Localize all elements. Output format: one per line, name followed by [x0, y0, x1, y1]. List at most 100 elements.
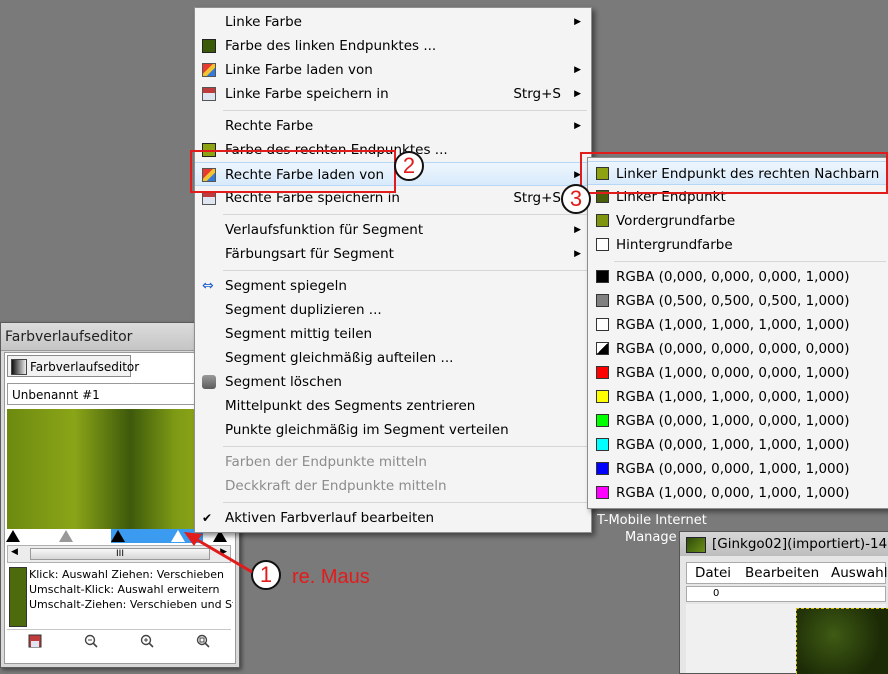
gradient-editor-toolbar	[7, 629, 231, 658]
annotation-note: re. Maus	[292, 566, 370, 588]
menu-item-label: Segment duplizieren ...	[225, 302, 382, 318]
menu-item-label: Farben der Endpunkte mitteln	[225, 454, 427, 470]
submenu-item-rgba-blue[interactable]: RGBA (0,000, 0,000, 1,000, 1,000)	[588, 457, 888, 481]
submenu-item-rgba-red[interactable]: RGBA (1,000, 0,000, 0,000, 1,000)	[588, 361, 888, 385]
green-swatch-icon	[596, 414, 609, 427]
tab-gradient-editor[interactable]: Farbverlaufseditor	[7, 355, 139, 377]
zoom-fit-icon[interactable]	[193, 634, 213, 654]
menu-item-faerbungsart[interactable]: Färbungsart für Segment ▶	[195, 242, 589, 266]
dark-green-swatch-icon	[202, 39, 216, 53]
tab-label: Farbverlaufseditor	[30, 360, 140, 374]
menu-item-segment-loeschen[interactable]: Segment löschen	[195, 370, 589, 394]
delete-icon	[202, 375, 216, 389]
submenu-item-rgba-white[interactable]: RGBA (1,000, 1,000, 1,000, 1,000)	[588, 313, 888, 337]
submenu-item-rgba-transparent[interactable]: RGBA (0,000, 0,000, 0,000, 0,000)	[588, 337, 888, 361]
menu-item-linke-farbe[interactable]: Linke Farbe ▶	[195, 10, 589, 34]
zoom-out-icon[interactable]	[81, 634, 101, 654]
submenu-item-label: RGBA (1,000, 0,000, 0,000, 1,000)	[616, 365, 850, 381]
menu-item-segment-mittig-teilen[interactable]: Segment mittig teilen	[195, 322, 589, 346]
submenu-arrow-icon: ▶	[574, 17, 581, 27]
menu-item-label: Linke Farbe	[225, 14, 302, 30]
left-endpoint-stop[interactable]	[6, 530, 20, 542]
submenu-item-rgba-cyan[interactable]: RGBA (0,000, 1,000, 1,000, 1,000)	[588, 433, 888, 457]
menu-item-label: Deckkraft der Endpunkte mitteln	[225, 478, 447, 494]
annotation-arrow	[184, 532, 253, 574]
submenu-arrow-icon: ▶	[574, 249, 581, 259]
menu-item-rechte-farbe[interactable]: Rechte Farbe ▶	[195, 114, 589, 138]
menu-item-label: Linke Farbe laden von	[225, 62, 373, 78]
cyan-swatch-icon	[596, 438, 609, 451]
menu-item-linke-farbe-speichern[interactable]: Linke Farbe speichern in Strg+S ▶	[195, 82, 589, 106]
menu-item-farben-mitteln: Farben der Endpunkte mitteln	[195, 450, 589, 474]
image-thumbnail-icon	[686, 537, 706, 553]
background-swatch-icon	[596, 238, 609, 251]
menu-item-label: Rechte Farbe	[225, 118, 314, 134]
submenu-item-label: RGBA (0,000, 0,000, 1,000, 1,000)	[616, 461, 850, 477]
menu-item-segment-spiegeln[interactable]: ⇔ Segment spiegeln	[195, 274, 589, 298]
submenu-item-label: RGBA (1,000, 1,000, 0,000, 1,000)	[616, 389, 850, 405]
submenu-item-rgba-magenta[interactable]: RGBA (1,000, 0,000, 1,000, 1,000)	[588, 481, 888, 505]
foreground-swatch-icon	[596, 214, 609, 227]
shortcut-label: Strg+S	[513, 86, 561, 102]
menu-datei[interactable]: Datei	[695, 565, 731, 581]
image-canvas[interactable]	[796, 608, 888, 674]
save-icon[interactable]	[25, 634, 45, 654]
segment-endpoint-stop[interactable]	[111, 530, 125, 542]
load-color-icon	[202, 63, 216, 77]
submenu-arrow-icon: ▶	[574, 225, 581, 235]
submenu-item-label: RGBA (0,000, 0,000, 0,000, 0,000)	[616, 341, 850, 357]
submenu-arrow-icon: ▶	[574, 65, 581, 75]
zoom-in-icon[interactable]	[137, 634, 157, 654]
transparent-swatch-icon	[596, 342, 609, 355]
menu-separator	[223, 214, 587, 215]
ruler-label: 0	[713, 588, 720, 599]
status-line: Umschalt-Ziehen: Verschieben und St	[29, 598, 233, 611]
menu-item-label: Punkte gleichmäßig im Segment verteilen	[225, 422, 509, 438]
menu-item-label: Mittelpunkt des Segments zentrieren	[225, 398, 476, 414]
menu-item-linke-farbe-laden[interactable]: Linke Farbe laden von ▶	[195, 58, 589, 82]
gradient-context-menu: Linke Farbe ▶ Farbe des linken Endpunkte…	[194, 7, 592, 533]
menu-item-mittelpunkt-zentrieren[interactable]: Mittelpunkt des Segments zentrieren	[195, 394, 589, 418]
load-color-submenu: Linker Endpunkt des rechten Nachbarn Lin…	[587, 157, 888, 509]
submenu-item-label: RGBA (1,000, 0,000, 1,000, 1,000)	[616, 485, 850, 501]
image-window-titlebar[interactable]: [Ginkgo02](importiert)-148	[680, 532, 888, 556]
menu-item-farbe-linker-endpunkt[interactable]: Farbe des linken Endpunktes ...	[195, 34, 589, 58]
menu-item-label: Segment gleichmäßig aufteilen ...	[225, 350, 454, 366]
menu-separator	[223, 270, 587, 271]
midpoint-stop[interactable]	[59, 530, 73, 542]
menu-auswahl[interactable]: Auswahl	[831, 565, 887, 581]
menu-item-label: Segment spiegeln	[225, 278, 347, 294]
save-color-icon	[202, 191, 216, 205]
blue-swatch-icon	[596, 462, 609, 475]
menu-separator	[614, 261, 886, 262]
menu-item-punkte-verteilen[interactable]: Punkte gleichmäßig im Segment verteilen	[195, 418, 589, 442]
menu-separator	[223, 110, 587, 111]
menu-item-segment-aufteilen[interactable]: Segment gleichmäßig aufteilen ...	[195, 346, 589, 370]
gray-swatch-icon	[596, 294, 609, 307]
submenu-item-label: RGBA (0,000, 0,000, 0,000, 1,000)	[616, 269, 850, 285]
menu-bearbeiten[interactable]: Bearbeiten	[745, 565, 819, 581]
scroll-left-icon[interactable]: ◀	[11, 547, 18, 557]
magenta-swatch-icon	[596, 486, 609, 499]
tray-line: T-Mobile Internet	[597, 513, 707, 528]
menu-item-segment-duplizieren[interactable]: Segment duplizieren ...	[195, 298, 589, 322]
status-line: Umschalt-Klick: Auswahl erweitern	[29, 583, 220, 596]
submenu-item-hintergrundfarbe[interactable]: Hintergrundfarbe	[588, 233, 888, 257]
checkmark-icon: ✔	[202, 511, 213, 525]
submenu-arrow-icon: ▶	[574, 121, 581, 131]
submenu-item-rgba-black[interactable]: RGBA (0,000, 0,000, 0,000, 1,000)	[588, 265, 888, 289]
menu-item-verlaufsfunktion[interactable]: Verlaufsfunktion für Segment ▶	[195, 218, 589, 242]
image-window: [Ginkgo02](importiert)-148 Datei Bearbei…	[679, 531, 888, 674]
image-window-title: [Ginkgo02](importiert)-148	[712, 536, 888, 552]
submenu-item-vordergrundfarbe[interactable]: Vordergrundfarbe	[588, 209, 888, 233]
submenu-item-rgba-green[interactable]: RGBA (0,000, 1,000, 0,000, 1,000)	[588, 409, 888, 433]
menu-separator	[223, 502, 587, 503]
horizontal-ruler[interactable]: 0	[686, 586, 886, 602]
submenu-item-rgba-gray[interactable]: RGBA (0,500, 0,500, 0,500, 1,000)	[588, 289, 888, 313]
shortcut-label: Strg+S	[513, 190, 561, 206]
annotation-badge-step2: 2	[394, 151, 424, 181]
submenu-item-label: RGBA (0,500, 0,500, 0,500, 1,000)	[616, 293, 850, 309]
submenu-item-rgba-yellow[interactable]: RGBA (1,000, 1,000, 0,000, 1,000)	[588, 385, 888, 409]
menu-item-label: Segment mittig teilen	[225, 326, 373, 342]
save-color-icon	[202, 87, 216, 101]
